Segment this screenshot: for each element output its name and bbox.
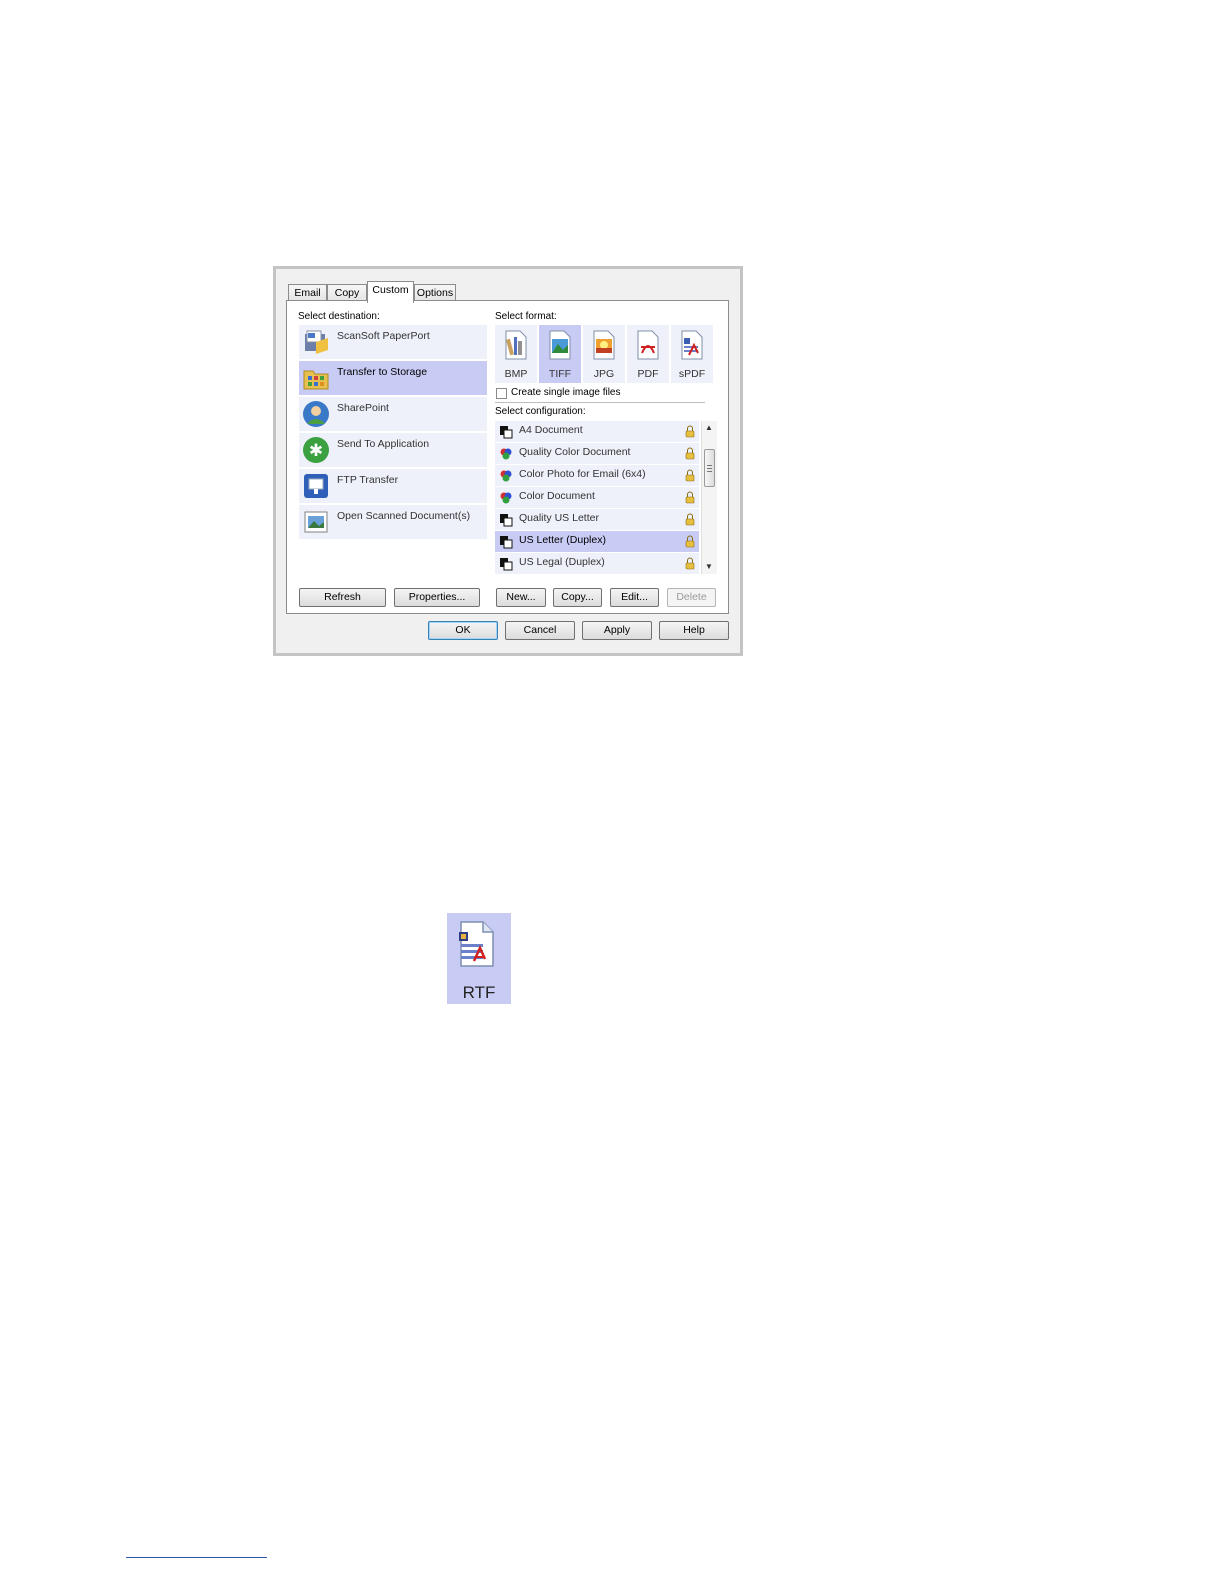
scroll-down-arrow-icon[interactable]: ▼ [705, 562, 713, 571]
spdf-file-icon [681, 330, 703, 360]
storage-folder-icon [303, 370, 329, 390]
destination-label: SharePoint [337, 402, 389, 414]
select-destination-label: Select destination: [298, 311, 380, 322]
format-label: JPG [593, 368, 615, 380]
configuration-label: Quality Color Document [519, 446, 631, 458]
configuration-label: US Letter (Duplex) [519, 534, 606, 546]
create-single-image-files-label: Create single image files [511, 387, 621, 398]
custom-tab-panel: Select destination: ScanSoft PaperPort T… [286, 300, 729, 614]
configuration-item-color-document[interactable]: Color Document [495, 487, 699, 508]
rtf-file-icon [459, 921, 494, 967]
scanner-settings-dialog: Email Copy Custom Options Select destina… [273, 266, 743, 656]
configuration-item-color-photo-for-email[interactable]: Color Photo for Email (6x4) [495, 465, 699, 486]
lock-icon [685, 557, 695, 570]
delete-configuration-button[interactable]: Delete [667, 588, 716, 607]
tab-custom[interactable]: Custom [367, 281, 414, 303]
send-to-application-icon: ✱ [303, 437, 329, 463]
ok-button[interactable]: OK [428, 621, 498, 640]
bmp-file-icon [505, 330, 527, 360]
grip-line [707, 465, 712, 466]
configuration-label: US Legal (Duplex) [519, 556, 605, 568]
format-label: PDF [637, 368, 659, 380]
format-pdf[interactable]: PDF [627, 325, 669, 383]
destination-item-paperport[interactable]: ScanSoft PaperPort [299, 325, 487, 359]
lock-icon [685, 535, 695, 548]
black-white-document-icon [500, 558, 513, 571]
scrollbar-thumb[interactable] [704, 449, 715, 487]
scroll-up-arrow-icon[interactable]: ▲ [705, 423, 713, 432]
copy-configuration-button[interactable]: Copy... [553, 588, 602, 607]
lock-icon [685, 425, 695, 438]
black-white-document-icon [500, 426, 513, 439]
configuration-label: A4 Document [519, 424, 583, 436]
lock-icon [685, 491, 695, 504]
format-spdf[interactable]: sPDF [671, 325, 713, 383]
black-white-document-icon [500, 536, 513, 549]
cancel-button[interactable]: Cancel [505, 621, 575, 640]
jpg-file-icon [593, 330, 615, 360]
divider [495, 402, 705, 403]
color-document-icon [500, 492, 512, 504]
format-bmp[interactable]: BMP [495, 325, 537, 383]
destination-label: ScanSoft PaperPort [337, 330, 430, 342]
lock-icon [685, 513, 695, 526]
configuration-list: A4 Document Quality Color Document Color… [495, 421, 717, 574]
configuration-label: Color Document [519, 490, 595, 502]
configuration-scrollbar[interactable]: ▲ ▼ [701, 421, 717, 574]
format-label: TIFF [548, 368, 572, 380]
refresh-button[interactable]: Refresh [299, 588, 386, 607]
color-document-icon [500, 448, 512, 460]
destination-item-sharepoint[interactable]: SharePoint [299, 397, 487, 431]
format-label: sPDF [678, 368, 706, 380]
apply-button[interactable]: Apply [582, 621, 652, 640]
destination-label: FTP Transfer [337, 474, 399, 486]
create-single-image-files-checkbox[interactable] [496, 388, 507, 399]
destination-label: Transfer to Storage [337, 366, 428, 378]
rtf-format-button: RTF [447, 913, 511, 1004]
select-format-label: Select format: [495, 311, 557, 322]
configuration-item-quality-color-document[interactable]: Quality Color Document [495, 443, 699, 464]
configuration-label: Quality US Letter [519, 512, 599, 524]
ftp-icon [304, 474, 328, 498]
new-configuration-button[interactable]: New... [496, 588, 546, 607]
black-white-document-icon [500, 514, 513, 527]
tiff-file-icon [549, 330, 571, 360]
configuration-item-quality-us-letter[interactable]: Quality US Letter [495, 509, 699, 530]
configuration-label: Color Photo for Email (6x4) [519, 468, 646, 480]
destination-item-transfer-to-storage[interactable]: Transfer to Storage [299, 361, 487, 395]
destination-item-send-to-application[interactable]: ✱ Send To Application [299, 433, 487, 467]
rtf-label: RTF [462, 983, 496, 1002]
select-configuration-label: Select configuration: [495, 406, 586, 417]
lock-icon [685, 447, 695, 460]
format-jpg[interactable]: JPG [583, 325, 625, 383]
edit-configuration-button[interactable]: Edit... [610, 588, 659, 607]
svg-text:✱: ✱ [309, 441, 323, 461]
lock-icon [685, 469, 695, 482]
configuration-item-a4-document[interactable]: A4 Document [495, 421, 699, 442]
properties-button[interactable]: Properties... [394, 588, 480, 607]
destination-item-ftp-transfer[interactable]: FTP Transfer [299, 469, 487, 503]
configuration-item-us-legal-duplex[interactable]: US Legal (Duplex) [495, 553, 699, 574]
pdf-file-icon [637, 330, 659, 360]
format-tiff[interactable]: TIFF [539, 325, 581, 383]
grip-line [707, 471, 712, 472]
format-label: BMP [504, 368, 528, 380]
destination-item-open-scanned-documents[interactable]: Open Scanned Document(s) [299, 505, 487, 539]
color-document-icon [500, 470, 512, 482]
destination-label: Open Scanned Document(s) [337, 510, 471, 522]
destination-label: Send To Application [337, 438, 430, 450]
grip-line [707, 468, 712, 469]
paperport-icon [305, 330, 328, 354]
footnote-divider [126, 1557, 267, 1558]
open-document-icon [304, 511, 328, 533]
sharepoint-user-icon [303, 401, 329, 427]
configuration-item-us-letter-duplex[interactable]: US Letter (Duplex) [495, 531, 699, 552]
help-button[interactable]: Help [659, 621, 729, 640]
